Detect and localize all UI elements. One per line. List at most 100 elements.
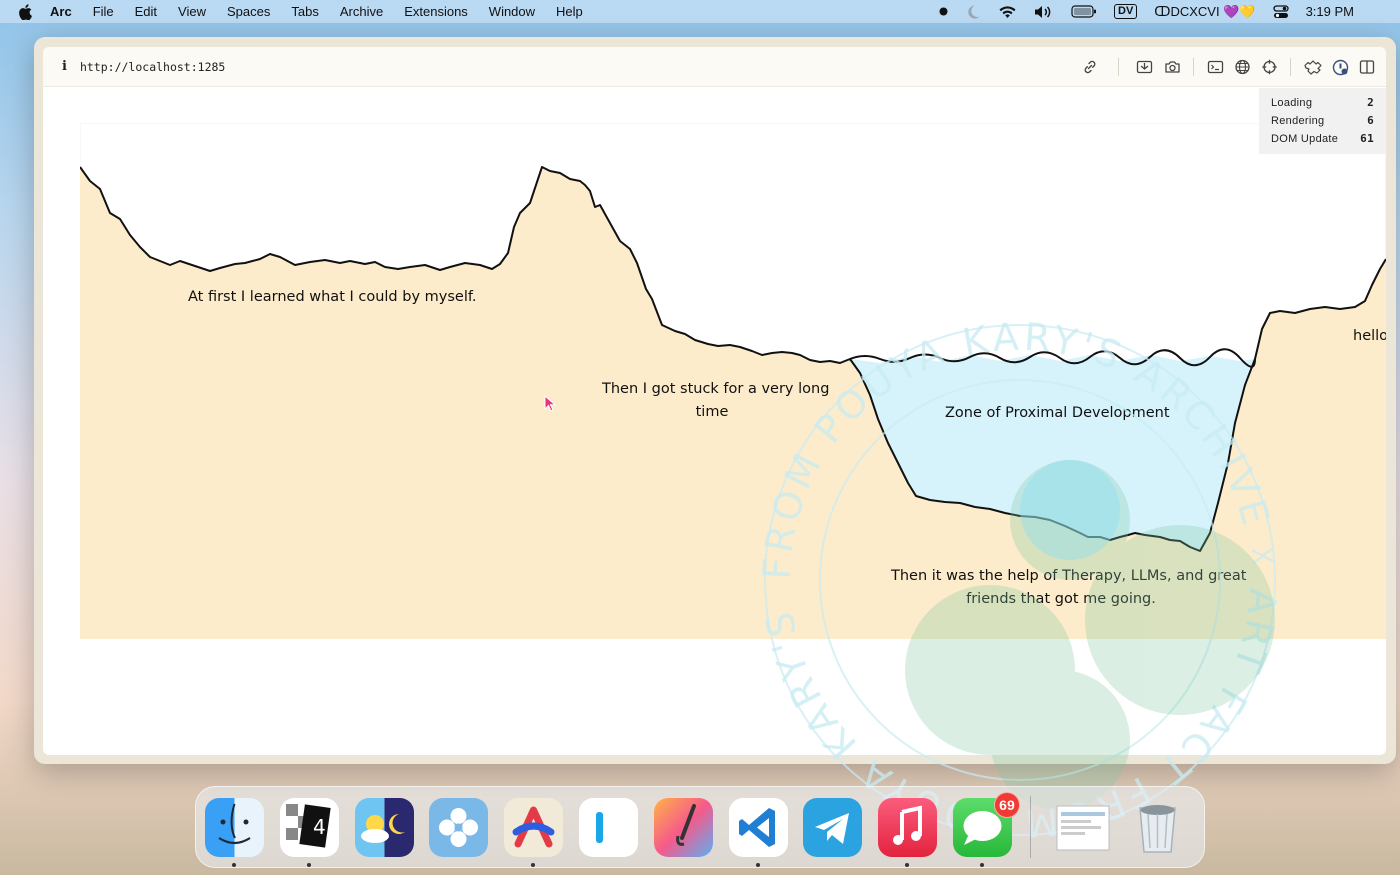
trash-icon	[1138, 804, 1176, 853]
moon-icon[interactable]	[965, 4, 981, 20]
web-content: i http://localhost:1285 At first I learn…	[43, 47, 1386, 755]
terrain-scene: At first I learned what I could by mysel…	[80, 123, 1386, 639]
running-indicator	[905, 862, 910, 867]
shield-user-icon	[1332, 59, 1349, 75]
sidebar-toggle-button[interactable]	[1359, 58, 1375, 76]
menu-archive[interactable]: Archive	[340, 4, 383, 19]
label-stuck-line1: Then I got stuck for a very long	[602, 381, 830, 397]
extensions-button[interactable]	[1303, 58, 1323, 76]
menu-bar: Arc File Edit View Spaces Tabs Archive E…	[0, 0, 1400, 23]
clock[interactable]: 3:19 PM	[1306, 4, 1354, 19]
menu-file[interactable]: File	[93, 4, 114, 19]
browser-window: i http://localhost:1285 At first I learn…	[34, 37, 1396, 764]
toolbar-divider	[1290, 58, 1291, 76]
label-stuck-line2: time	[695, 404, 729, 420]
running-indicator	[755, 862, 760, 867]
wifi-icon[interactable]	[998, 5, 1017, 19]
perf-label: DOM Update	[1271, 133, 1339, 145]
terminal-icon	[1207, 60, 1224, 74]
archive-button[interactable]	[1136, 58, 1153, 76]
arc-icon	[512, 806, 555, 847]
dock-calendar[interactable]: 4	[279, 797, 339, 867]
menu-window[interactable]: Window	[489, 4, 535, 19]
running-indicator	[979, 862, 984, 867]
menu-view[interactable]: View	[178, 4, 206, 19]
running-indicator	[531, 862, 536, 867]
dock-downloads-stack[interactable]	[1053, 798, 1112, 857]
svg-text:4: 4	[313, 815, 326, 839]
control-center-icon[interactable]	[1272, 4, 1289, 19]
archive-box-icon	[1136, 60, 1153, 74]
network-button[interactable]	[1234, 58, 1251, 76]
menu-help[interactable]: Help	[556, 4, 583, 19]
label-hello: hello	[1353, 328, 1386, 344]
dock-vscode[interactable]	[728, 797, 788, 867]
screenshot-button[interactable]	[1164, 58, 1181, 76]
performance-panel: Loading 2 Rendering 6 DOM Update 61	[1259, 88, 1386, 154]
crosshair-icon	[1262, 59, 1277, 75]
copy-link-button[interactable]	[1082, 58, 1098, 76]
paper-plane-icon	[815, 812, 850, 844]
link-icon	[1084, 60, 1096, 74]
menu-spaces[interactable]: Spaces	[227, 4, 270, 19]
menu-tabs[interactable]: Tabs	[291, 4, 318, 19]
globe-icon	[1235, 59, 1250, 75]
music-note-icon	[893, 805, 923, 845]
label-zpd: Zone of Proximal Development	[945, 405, 1170, 421]
puzzle-icon	[1304, 60, 1322, 75]
dock-note[interactable]	[578, 797, 638, 857]
perf-value: 2	[1367, 96, 1374, 109]
flower-icon	[439, 807, 479, 847]
label-help-line1: Then it was the help of Therapy, LLMs, a…	[891, 568, 1247, 584]
paintbrush-icon	[675, 803, 696, 846]
dock-telegram[interactable]	[803, 797, 863, 857]
dock: 4 69	[195, 786, 1205, 868]
running-indicator	[232, 862, 236, 867]
volume-icon[interactable]	[1034, 5, 1054, 19]
url-text[interactable]: http://localhost:1285	[80, 60, 225, 74]
record-dot-icon[interactable]	[939, 7, 948, 16]
mouse-cursor-icon	[544, 395, 556, 412]
user-label[interactable]: ↀDCXCVI 💜💛	[1154, 4, 1255, 20]
vscode-icon	[738, 807, 775, 847]
dock-pixelmator[interactable]	[653, 797, 713, 857]
url-bar[interactable]: i http://localhost:1285	[43, 47, 1386, 87]
perf-label: Loading	[1271, 97, 1313, 109]
checker-calendar-icon: 4	[285, 803, 331, 848]
perf-value: 6	[1367, 114, 1374, 127]
toolbar-divider	[1193, 58, 1194, 76]
terminal-button[interactable]	[1207, 58, 1224, 76]
text-cursor-icon	[595, 811, 603, 843]
menu-app-name[interactable]: Arc	[50, 4, 72, 19]
dv-badge[interactable]: DV	[1114, 4, 1138, 19]
menu-extensions[interactable]: Extensions	[404, 4, 468, 19]
running-indicator	[306, 862, 311, 867]
finder-icon	[218, 803, 251, 844]
menu-edit[interactable]: Edit	[135, 4, 157, 19]
dock-perplexity[interactable]	[429, 797, 489, 857]
perf-row: DOM Update 61	[1271, 130, 1374, 148]
dock-music[interactable]	[878, 797, 938, 867]
dock-messages[interactable]: 69	[952, 791, 1020, 867]
label-help-line2: friends that got me going.	[966, 591, 1156, 607]
apple-icon[interactable]	[18, 3, 32, 20]
split-view-icon	[1359, 60, 1375, 74]
toolbar-divider	[1118, 58, 1119, 76]
perf-row: Loading 2	[1271, 94, 1374, 112]
weather-icon	[360, 813, 405, 843]
dock-trash[interactable]	[1128, 798, 1187, 857]
perf-row: Rendering 6	[1271, 112, 1374, 130]
perf-label: Rendering	[1271, 115, 1325, 127]
dock-arc[interactable]	[504, 797, 564, 867]
dock-finder[interactable]	[205, 797, 264, 867]
account-button[interactable]	[1332, 58, 1349, 76]
notification-badge: 69	[993, 791, 1020, 818]
battery-icon[interactable]	[1071, 5, 1097, 18]
dock-separator	[1029, 796, 1031, 858]
site-info-icon[interactable]: i	[62, 59, 67, 74]
inspect-button[interactable]	[1261, 58, 1278, 76]
camera-icon	[1165, 61, 1180, 73]
perf-value: 61	[1360, 132, 1374, 145]
downloads-stack-icon	[1056, 805, 1110, 850]
dock-weather[interactable]	[354, 797, 414, 857]
